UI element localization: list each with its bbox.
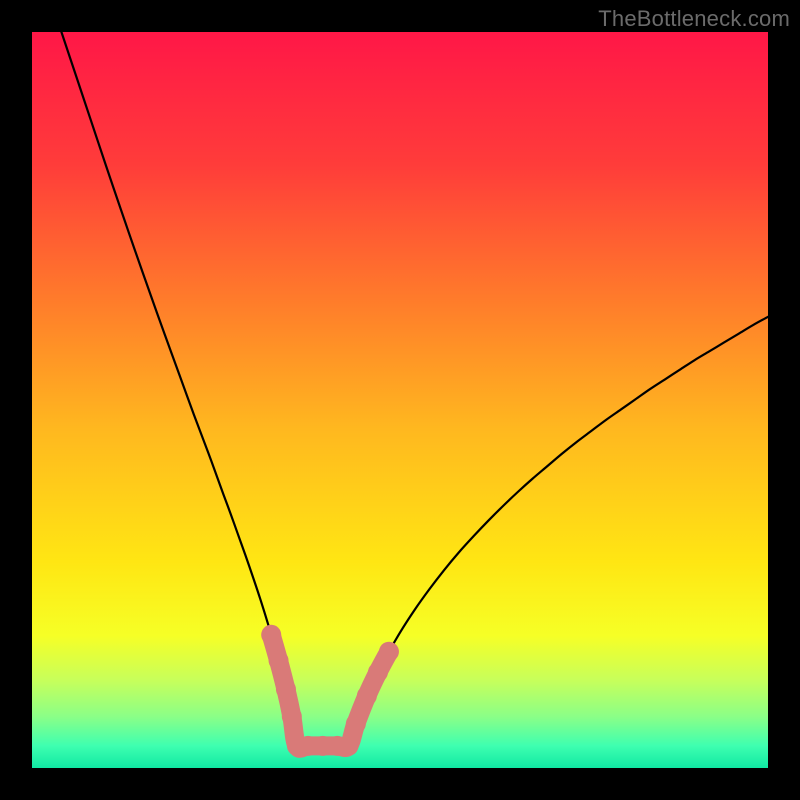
marker-dot (346, 714, 366, 734)
marker-dot (338, 736, 358, 756)
marker-dot (379, 642, 399, 662)
marker-dot (368, 662, 388, 682)
bottleneck-curve (32, 32, 768, 768)
marker-dot (269, 651, 289, 671)
marker-dot (357, 686, 377, 706)
marker-dot (282, 706, 302, 726)
marker-dot (261, 625, 281, 645)
chart-frame: TheBottleneck.com (0, 0, 800, 800)
watermark-text: TheBottleneck.com (598, 6, 790, 32)
plot-area (32, 32, 768, 768)
curve-curve-left (61, 32, 297, 746)
marker-dot (276, 679, 296, 699)
curve-curve-right (348, 317, 768, 746)
